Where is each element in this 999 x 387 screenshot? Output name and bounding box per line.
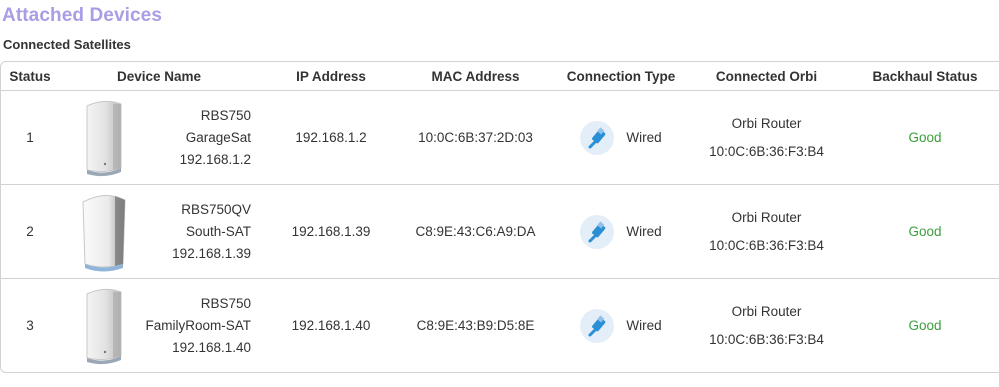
ip-address-cell: 192.168.1.39 — [259, 184, 403, 279]
device-name: GarageSat — [185, 129, 251, 145]
connection-type-label: Wired — [626, 130, 662, 145]
header-backhaul-status[interactable]: Backhaul Status — [839, 62, 999, 91]
connection-type-cell: Wired — [548, 90, 694, 185]
table-header-row: Status Device Name IP Address MAC Addres… — [1, 62, 999, 91]
ip-address-cell: 192.168.1.40 — [291, 318, 371, 333]
status-cell: 3 — [26, 318, 34, 333]
connected-orbi-mac: 10:0C:6B:36:F3:B4 — [709, 143, 824, 159]
connected-orbi-name: Orbi Router — [731, 303, 802, 319]
satellites-table: Status Device Name IP Address MAC Addres… — [0, 61, 999, 373]
status-cell: 1 — [1, 90, 59, 185]
connected-orbi-name: Orbi Router — [731, 115, 802, 131]
backhaul-status-cell: Good — [839, 90, 999, 185]
device-name-cell: RBS750 GarageSat 192.168.1.2 — [59, 90, 259, 185]
mac-address-cell: C8:9E:43:C6:A9:DA — [403, 184, 548, 279]
orbi-satellite-rbs750-icon — [86, 288, 122, 364]
table-row[interactable]: 3 RBS750 FamilyRoom-SAT 192.168.1.40 192… — [1, 279, 999, 373]
connected-orbi-mac: 10:0C:6B:36:F3:B4 — [709, 331, 824, 347]
header-mac-address[interactable]: MAC Address — [403, 62, 548, 91]
table-row[interactable]: 1 RBS750 GarageSat 192.168.1.2 192.168.1… — [1, 90, 999, 185]
device-name: FamilyRoom-SAT — [145, 317, 251, 333]
attached-devices-page: Attached Devices Connected Satellites St… — [0, 0, 999, 387]
status-cell: 2 — [1, 184, 59, 279]
header-device-name[interactable]: Device Name — [59, 62, 259, 91]
device-name-cell: RBS750QV South-SAT 192.168.1.39 — [59, 184, 259, 279]
header-connection-type[interactable]: Connection Type — [548, 62, 694, 91]
ethernet-cable-icon — [580, 214, 615, 249]
device-name: South-SAT — [185, 223, 251, 239]
device-name-cell: RBS750 FamilyRoom-SAT 192.168.1.40 — [59, 279, 259, 373]
connected-orbi-cell: Orbi Router 10:0C:6B:36:F3:B4 — [694, 90, 839, 185]
connected-orbi-cell: Orbi Router 10:0C:6B:36:F3:B4 — [694, 279, 839, 373]
table-row[interactable]: 2 RBS750QV South-SAT 192.168.1.39 192.16… — [1, 184, 999, 279]
ethernet-cable-icon — [580, 120, 615, 155]
connection-type-label: Wired — [626, 224, 662, 239]
device-model: RBS750 — [200, 295, 251, 311]
mac-address-cell: 10:0C:6B:37:2D:03 — [403, 90, 548, 185]
backhaul-status-cell: Good — [839, 184, 999, 279]
header-connected-orbi[interactable]: Connected Orbi — [694, 62, 839, 91]
connected-orbi-name: Orbi Router — [731, 209, 802, 225]
device-ip: 192.168.1.40 — [172, 339, 251, 355]
device-ip: 192.168.1.2 — [179, 151, 251, 167]
connected-orbi-mac: 10:0C:6B:36:F3:B4 — [709, 237, 824, 253]
backhaul-status-cell: Good — [908, 318, 942, 333]
orbi-satellite-rbs750qv-icon — [82, 194, 126, 271]
ip-address-cell: 192.168.1.2 — [259, 90, 403, 185]
device-model: RBS750 — [200, 107, 251, 123]
page-title: Attached Devices — [2, 5, 163, 26]
device-model: RBS750QV — [181, 201, 251, 217]
header-status[interactable]: Status — [1, 62, 59, 91]
connection-type-cell: Wired — [548, 279, 694, 373]
orbi-satellite-rbs750-icon — [86, 100, 122, 176]
section-title: Connected Satellites — [3, 37, 131, 52]
connection-type-label: Wired — [626, 318, 662, 333]
connected-orbi-cell: Orbi Router 10:0C:6B:36:F3:B4 — [694, 184, 839, 279]
connection-type-cell: Wired — [548, 184, 694, 279]
ethernet-cable-icon — [580, 308, 615, 343]
header-ip-address[interactable]: IP Address — [259, 62, 403, 91]
device-ip: 192.168.1.39 — [172, 245, 251, 261]
mac-address-cell: C8:9E:43:B9:D5:8E — [416, 318, 535, 333]
